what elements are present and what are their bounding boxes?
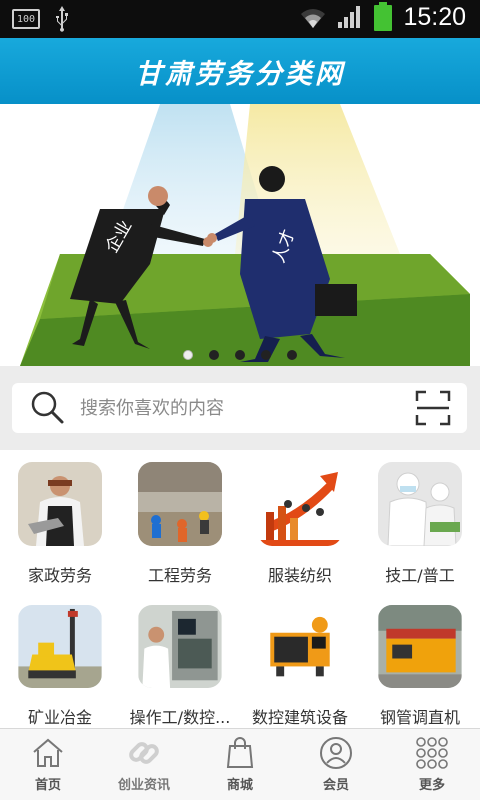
battery-percent-icon: 100 — [12, 9, 40, 29]
category-item-cnc-construction-equipment[interactable]: 数控建筑设备 — [240, 593, 360, 728]
nav-mall[interactable]: 商城 — [192, 729, 288, 800]
search-bar[interactable] — [12, 383, 467, 433]
category-label: 服装纺织 — [267, 566, 332, 585]
carousel-dot[interactable] — [261, 350, 271, 360]
category-item-skilled-general-worker[interactable]: 技工/普工 — [360, 450, 480, 593]
factory-worker-thumbnail — [378, 462, 462, 546]
battery-icon — [374, 2, 393, 31]
category-item-operator-cnc[interactable]: 操作工/数控... — [120, 593, 240, 728]
link-icon — [129, 742, 159, 764]
nav-label-member: 会员 — [322, 778, 349, 793]
battery-percent-text: 100 — [16, 13, 36, 25]
category-item-engineering-labor[interactable]: 工程劳务 — [120, 450, 240, 593]
cnc-operator-thumbnail — [138, 605, 222, 689]
page-title: 甘肃劳务分类网 — [135, 58, 345, 90]
user-icon — [320, 737, 352, 769]
nav-business-news[interactable]: 创业资讯 — [96, 729, 192, 800]
status-bar: 100 15:20 — [0, 0, 480, 38]
category-grid: 家政劳务 工程劳务 服装纺织 技工/普工 矿业冶金 操作工/数控... 数控建筑… — [0, 450, 480, 728]
carousel-dot[interactable] — [287, 350, 297, 360]
app-header: 甘肃劳务分类网 — [0, 38, 480, 104]
carousel-dot[interactable] — [183, 350, 193, 360]
carousel-indicator — [0, 350, 480, 360]
drilling-rig-thumbnail — [18, 605, 102, 689]
housekeeping-thumbnail — [18, 462, 102, 546]
category-label: 技工/普工 — [385, 566, 455, 585]
grid-dots-icon — [416, 737, 448, 769]
nav-label-mall: 商城 — [226, 778, 253, 793]
carousel-dot[interactable] — [235, 350, 245, 360]
category-label: 数控建筑设备 — [251, 708, 348, 728]
category-item-housekeeping[interactable]: 家政劳务 — [0, 450, 120, 593]
category-label: 矿业冶金 — [27, 708, 92, 728]
shopping-bag-icon — [226, 737, 254, 768]
search-icon[interactable] — [28, 388, 68, 428]
nav-more[interactable]: 更多 — [384, 729, 480, 800]
nav-member[interactable]: 会员 — [288, 729, 384, 800]
category-label: 钢管调直机 — [379, 708, 460, 728]
garment-thumbnail — [258, 462, 342, 546]
category-label: 工程劳务 — [147, 566, 212, 585]
category-label: 家政劳务 — [27, 566, 92, 585]
wifi-icon — [301, 9, 326, 28]
nav-home[interactable]: 首页 — [0, 729, 96, 800]
carousel-dot[interactable] — [209, 350, 219, 360]
category-item-mining-metallurgy[interactable]: 矿业冶金 — [0, 593, 120, 728]
search-input[interactable] — [80, 388, 415, 428]
bottom-navigation: 首页 创业资讯 商城 会员 更多 — [0, 728, 480, 800]
rebar-machine-thumbnail — [258, 605, 342, 689]
pipe-straightener-thumbnail — [378, 605, 462, 689]
banner-carousel[interactable]: 企业 人才 — [0, 104, 480, 366]
banner-handshake-image: 企业 人才 — [0, 104, 480, 366]
nav-label-more: 更多 — [418, 778, 445, 793]
category-label: 操作工/数控... — [129, 708, 231, 728]
usb-icon — [56, 6, 68, 32]
clock: 15:20 — [403, 2, 466, 31]
category-item-garment-textile[interactable]: 服装纺织 — [240, 450, 360, 593]
nav-label-business-news: 创业资讯 — [117, 778, 170, 793]
nav-label-home: 首页 — [34, 778, 61, 793]
engineering-thumbnail — [138, 462, 222, 546]
search-section — [0, 366, 480, 450]
signal-icon — [338, 6, 361, 28]
scan-icon[interactable] — [415, 390, 451, 426]
home-icon — [33, 738, 63, 767]
category-item-steel-pipe-straightener[interactable]: 钢管调直机 — [360, 593, 480, 728]
